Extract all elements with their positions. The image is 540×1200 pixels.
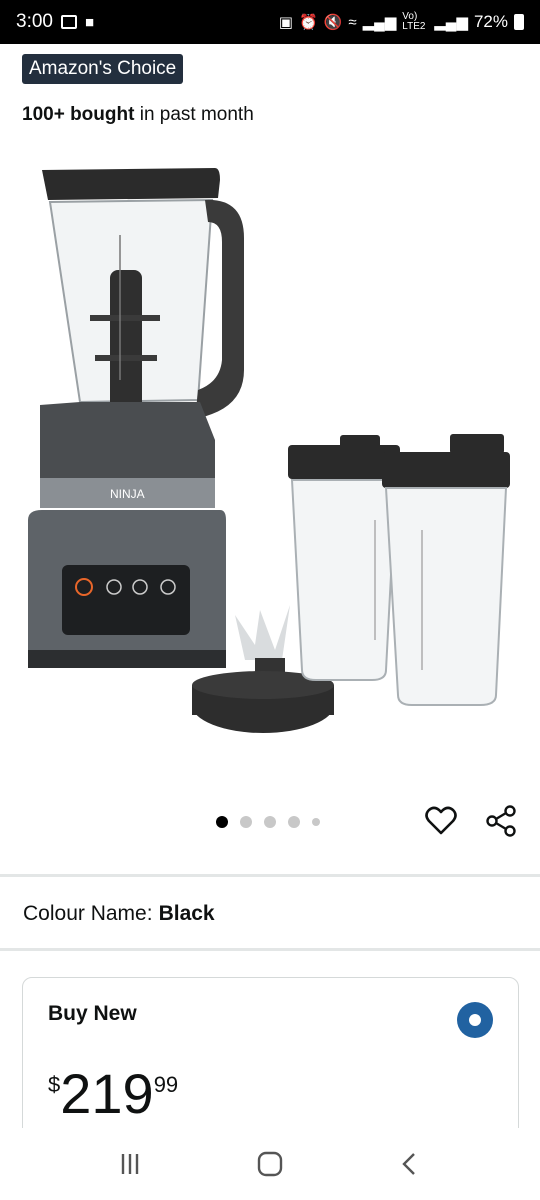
back-button[interactable]: [390, 1144, 430, 1184]
carousel-dot-3[interactable]: [264, 816, 276, 828]
blender-product-image[interactable]: NINJA: [20, 140, 520, 750]
control-panel: [62, 565, 190, 635]
amazons-choice-badge[interactable]: Amazon's Choice: [22, 54, 184, 84]
colour-label: Colour Name:: [23, 902, 153, 925]
divider: [0, 948, 540, 951]
cup-1: [290, 479, 398, 681]
divider: [0, 874, 540, 877]
alarm-icon: ⏰: [298, 13, 318, 31]
blade-shaft: [110, 270, 142, 420]
home-icon: [257, 1151, 283, 1177]
buy-new-title: Buy New: [48, 1002, 137, 1025]
cup-2-lid: [382, 452, 510, 488]
status-bar: 3:00 ■ ▣ ⏰ 🔇 ≈ ▂▄▆ Vo) LTE2 ▂▄▆ 72%: [0, 0, 540, 44]
battery-icon: [514, 14, 524, 30]
carousel-dot-2[interactable]: [240, 816, 252, 828]
price-currency: $: [48, 1072, 61, 1097]
jar-lid: [42, 168, 220, 200]
price-fraction: 99: [153, 1072, 179, 1097]
price-whole: 219: [60, 1062, 154, 1125]
bought-count: 100+ bought in past month: [22, 104, 254, 126]
bought-count-rest: in past month: [134, 104, 254, 125]
battery-percent: 72%: [473, 12, 508, 31]
wifi-icon: ≈: [348, 13, 357, 31]
cup-2: [384, 487, 508, 706]
carousel-dot-1[interactable]: [216, 816, 228, 828]
mute-icon: 🔇: [323, 13, 343, 31]
lock-icon: ▣: [278, 13, 293, 31]
carousel-dot-4[interactable]: [288, 816, 300, 828]
recents-button[interactable]: [110, 1144, 150, 1184]
colour-name-row: Colour Name: Black: [23, 902, 215, 926]
teams-notification-icon: ■: [84, 13, 95, 31]
base-upper: [40, 402, 215, 478]
network-label: Vo) LTE2: [402, 11, 426, 32]
blade-assembly: [235, 605, 290, 660]
signal-2-icon: ▂▄▆: [434, 13, 468, 31]
heart-icon[interactable]: [424, 804, 458, 838]
share-icon[interactable]: [484, 804, 518, 838]
status-left: 3:00 ■: [16, 11, 94, 33]
status-time: 3:00: [16, 11, 53, 32]
price: $ 219 99: [48, 1066, 178, 1122]
colour-value: Black: [158, 902, 215, 925]
ninja-logo: NINJA: [110, 487, 145, 501]
bought-count-bold: 100+ bought: [22, 104, 135, 125]
home-button[interactable]: [250, 1144, 290, 1184]
recents-icon: [121, 1154, 139, 1174]
signal-icon: ▂▄▆: [362, 13, 397, 31]
status-right: ▣ ⏰ 🔇 ≈ ▂▄▆ Vo) LTE2 ▂▄▆ 72%: [279, 12, 524, 32]
carousel-dot-5[interactable]: [312, 818, 320, 826]
gallery-notification-icon: [60, 15, 77, 29]
buy-new-radio[interactable]: [457, 1002, 493, 1038]
back-icon: [402, 1153, 415, 1175]
system-nav-bar: [0, 1128, 540, 1200]
carousel-dots: [216, 816, 320, 828]
